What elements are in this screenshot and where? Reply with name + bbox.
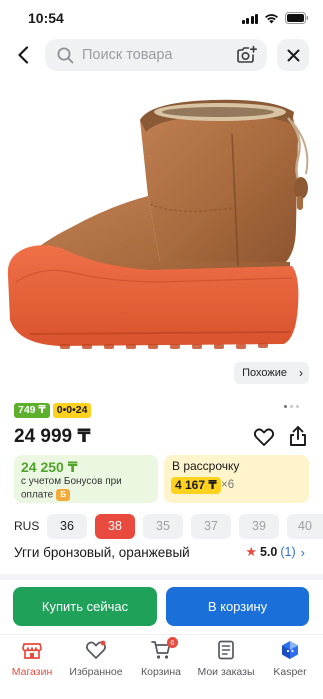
size-chip[interactable]: 39	[239, 514, 279, 539]
nav-label: Магазин	[11, 666, 53, 678]
status-time: 10:54	[28, 10, 64, 26]
installment-card[interactable]: В рассрочку 4 167 ₸ ×6	[164, 455, 309, 503]
size-system-label: RUS	[14, 519, 40, 533]
gallery-pagination	[284, 405, 299, 408]
back-button[interactable]	[10, 42, 36, 68]
orders-icon	[215, 639, 237, 661]
status-icons	[241, 12, 310, 24]
favorite-button[interactable]	[253, 426, 275, 448]
product-price: 24 999 ₸	[14, 426, 91, 447]
search-bar[interactable]: Поиск товара	[45, 39, 267, 71]
nav-item-cart[interactable]: 6 Корзина	[129, 637, 193, 678]
close-icon	[287, 49, 299, 61]
header: Поиск товара	[0, 38, 323, 72]
add-to-cart-button[interactable]: В корзину	[166, 587, 309, 626]
bonus-price-card[interactable]: 24 250 ₸ с учетом Бонусов при оплате Б	[14, 455, 158, 503]
heart-icon	[253, 428, 275, 446]
installment-label: В рассрочку	[172, 459, 240, 473]
bonus-note: с учетом Бонусов при оплате Б	[21, 476, 131, 502]
share-icon	[290, 426, 306, 446]
product-title: Угги бронзовый, оранжевый	[14, 545, 190, 560]
battery-icon	[285, 12, 309, 24]
close-button[interactable]	[277, 39, 309, 71]
bonus-note-text: с учетом Бонусов при оплате	[21, 476, 122, 501]
bonus-coin-icon: Б	[56, 488, 71, 501]
review-count: (1)	[280, 545, 296, 559]
size-chip[interactable]: 36	[47, 514, 87, 539]
section-divider	[0, 574, 323, 580]
similar-products-button[interactable]: Похожие ›	[234, 362, 309, 384]
camera-search-icon[interactable]	[235, 44, 259, 66]
installment-amount: 4 167 ₸	[171, 477, 221, 494]
nav-label: Корзина	[141, 666, 181, 678]
kasper-icon	[279, 639, 301, 661]
bottom-nav: Магазин Избранное 6 Корзина Мои заказы K…	[0, 634, 323, 699]
heart-icon	[85, 639, 107, 661]
cart-icon: 6	[150, 637, 178, 661]
cellular-signal-icon	[241, 13, 258, 24]
size-chip[interactable]: 40	[287, 514, 323, 539]
promo-badges: 749 ₸ 0•0•24	[14, 403, 92, 418]
size-selector: RUS 36 38 35 37 39 40	[0, 514, 323, 540]
nav-label: Kasper	[273, 666, 307, 678]
pagination-dot	[290, 405, 293, 408]
share-button[interactable]	[287, 425, 309, 447]
buy-now-button[interactable]: Купить сейчас	[13, 587, 157, 626]
nav-label: Избранное	[69, 666, 123, 678]
nav-label: Мои заказы	[197, 666, 255, 678]
similar-label: Похожие	[242, 367, 287, 379]
nav-item-kasper[interactable]: Kasper	[258, 639, 322, 678]
size-chip[interactable]: 37	[191, 514, 231, 539]
rating-value: 5.0	[259, 545, 278, 559]
shop-icon	[21, 639, 43, 661]
chevron-left-icon	[18, 46, 29, 64]
pagination-dot	[284, 405, 287, 408]
wifi-icon	[264, 13, 279, 24]
pagination-dot	[296, 405, 299, 408]
nav-item-shop[interactable]: Магазин	[0, 639, 64, 678]
chevron-right-icon: ›	[299, 366, 303, 380]
rating-link[interactable]: ★ 5.0 (1) ›	[245, 544, 305, 560]
star-icon: ★	[245, 544, 257, 559]
price-badge: 749 ₸	[14, 403, 50, 418]
size-chip[interactable]: 35	[143, 514, 183, 539]
nav-item-orders[interactable]: Мои заказы	[194, 639, 258, 678]
search-icon	[56, 46, 74, 64]
cart-count-badge: 6	[167, 637, 178, 648]
installment-multiplier: ×6	[221, 479, 235, 491]
boot-illustration	[7, 99, 309, 349]
bonus-price: 24 250 ₸	[21, 459, 78, 475]
search-input[interactable]: Поиск товара	[82, 47, 235, 63]
product-image[interactable]	[0, 76, 323, 388]
size-chip-selected[interactable]: 38	[95, 514, 135, 539]
chevron-right-icon: ›	[300, 544, 305, 560]
nav-item-favorites[interactable]: Избранное	[64, 639, 128, 678]
installment-badge: 0•0•24	[52, 403, 92, 418]
status-bar: 10:54	[0, 0, 323, 36]
